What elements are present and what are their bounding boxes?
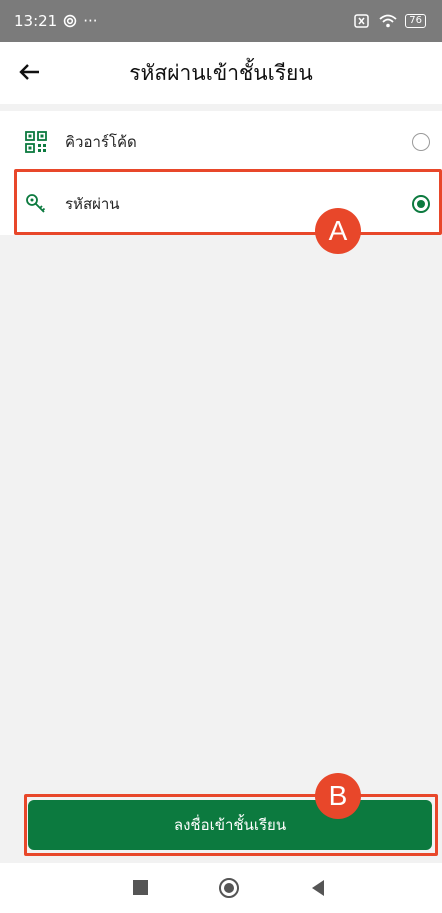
option-qr-code[interactable]: คิวอาร์โค้ด <box>0 111 442 173</box>
option-label-password: รหัสผ่าน <box>65 195 120 213</box>
at-sign-icon <box>64 14 77 28</box>
home-circle-icon[interactable] <box>219 878 239 898</box>
status-time: 13:21 <box>14 12 58 30</box>
battery-icon: 76 <box>405 14 426 28</box>
login-method-list: คิวอาร์โค้ด รหัสผ่าน <box>0 111 442 235</box>
page-title: รหัสผ่านเข้าชั้นเรียน <box>129 60 313 85</box>
wifi-icon <box>379 14 397 28</box>
recents-square-icon[interactable] <box>133 880 148 895</box>
status-extra: ··· <box>83 12 98 30</box>
close-box-icon <box>354 14 370 28</box>
back-triangle-icon[interactable] <box>312 880 324 896</box>
radio-qr-code[interactable] <box>412 133 430 151</box>
key-icon <box>26 194 46 213</box>
status-bar: 13:21 ··· 76 <box>0 0 442 42</box>
option-password[interactable]: รหัสผ่าน <box>0 173 442 235</box>
back-button[interactable] <box>14 57 44 87</box>
check-in-button[interactable]: ลงชื่อเข้าชั้นเรียน <box>28 800 432 850</box>
annotation-badge-b: B <box>315 773 361 819</box>
radio-password[interactable] <box>412 195 430 213</box>
arrow-left-icon <box>19 64 39 80</box>
app-bar: รหัสผ่านเข้าชั้นเรียน <box>0 42 442 104</box>
status-left: 13:21 ··· <box>14 12 98 30</box>
status-right: 76 <box>353 14 426 28</box>
option-label-qr-code: คิวอาร์โค้ด <box>65 133 137 151</box>
qr-code-icon <box>25 131 47 153</box>
system-nav-bar <box>0 863 442 913</box>
annotation-badge-a: A <box>315 208 361 254</box>
